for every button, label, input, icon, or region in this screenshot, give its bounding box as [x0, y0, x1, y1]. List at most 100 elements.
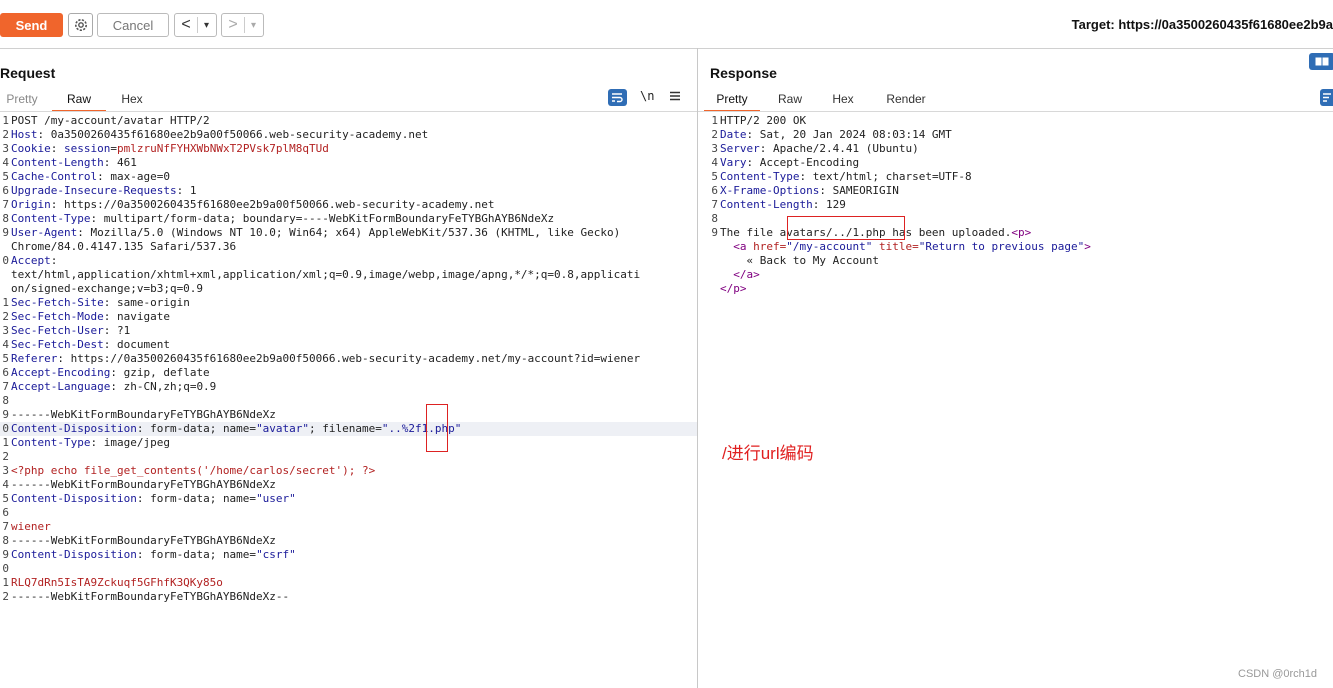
response-highlight-box — [787, 216, 905, 240]
header-name: Content-Disposition — [11, 422, 137, 435]
tab-response-render[interactable]: Render — [878, 88, 934, 110]
request-line: 4 Sec-Fetch-Dest: document — [0, 338, 697, 352]
layout-toggle-button[interactable] — [1309, 53, 1333, 70]
header-value: Sat, 20 Jan 2024 08:03:14 GMT — [753, 128, 952, 141]
header-value: text/html,application/xhtml+xml,applicat… — [11, 268, 641, 281]
line-number: 7 — [2, 198, 9, 211]
header-name: Referer — [11, 352, 58, 365]
line-number: 8 — [711, 212, 718, 225]
request-line: 8 — [0, 394, 697, 408]
header-value: ?1 — [110, 324, 131, 337]
cancel-button[interactable]: Cancel — [97, 13, 169, 37]
line-number: 1 — [711, 114, 718, 127]
show-newlines-toggle[interactable]: \n — [640, 89, 654, 103]
request-line: 9 Content-Disposition: form-data; name="c… — [0, 548, 697, 562]
tab-response-pretty[interactable]: Pretty — [704, 88, 760, 112]
response-line: 2 Date: Sat, 20 Jan 2024 08:03:14 GMT — [708, 128, 1333, 142]
request-line: 3 Cookie: session=pmlzruNfFYHXWbNWxT2PVsk… — [0, 142, 697, 156]
request-line: 6 Accept-Encoding: gzip, deflate — [0, 366, 697, 380]
request-line: 8 ------WebKitFormBoundaryFeTYBGhAYB6NdeX… — [0, 534, 697, 548]
line-number: 5 — [2, 170, 9, 183]
request-line: 1 POST /my-account/avatar HTTP/2 — [0, 114, 697, 128]
header-value: Chrome/84.0.4147.135 Safari/537.36 — [11, 240, 237, 253]
forward-history-dropdown[interactable]: ▾ — [245, 20, 262, 31]
line-number: 2 — [2, 590, 9, 603]
back-history-dropdown[interactable]: ▾ — [198, 20, 215, 31]
tab-request-raw[interactable]: Raw — [52, 88, 106, 112]
request-line: 6 Upgrade-Insecure-Requests: 1 — [0, 184, 697, 198]
header-colon: : — [77, 226, 84, 239]
send-button[interactable]: Send — [0, 13, 63, 37]
line-number: 9 — [2, 548, 9, 561]
header-value: image/jpeg — [97, 436, 170, 449]
line-number: 0 — [2, 254, 9, 267]
request-line: 2 Sec-Fetch-Mode: navigate — [0, 310, 697, 324]
response-line: </a> — [708, 268, 1333, 282]
tab-response-raw[interactable]: Raw — [766, 88, 814, 110]
response-line: 3 Server: Apache/2.4.41 (Ubuntu) — [708, 142, 1333, 156]
request-line: 9 User-Agent: Mozilla/5.0 (Windows NT 10.… — [0, 226, 697, 240]
request-line: 5 Referer: https://0a3500260435f61680ee2b… — [0, 352, 697, 366]
header-value: https://0a3500260435f61680ee2b9a00f50066… — [57, 198, 495, 211]
line-number: 2 — [2, 450, 9, 463]
header-name: Content-Type — [720, 170, 800, 183]
request-line: 2 ------WebKitFormBoundaryFeTYBGhAYB6NdeX… — [0, 590, 697, 604]
header-name: Content-Disposition — [11, 492, 137, 505]
response-wrap-button[interactable] — [1320, 89, 1333, 106]
header-colon: : — [819, 184, 826, 197]
header-value: 129 — [819, 198, 846, 211]
response-editor[interactable]: 1 HTTP/2 200 OK 2 Date: Sat, 20 Jan 2024 08… — [708, 114, 1333, 296]
html-attr: title= — [872, 240, 919, 253]
html-tag: <p> — [1011, 226, 1032, 239]
line-number: 1 — [2, 296, 9, 309]
back-button[interactable]: < — [175, 16, 197, 34]
request-editor[interactable]: 1 POST /my-account/avatar HTTP/2 2 Host: 0a… — [0, 114, 697, 604]
request-line: 3 Sec-Fetch-User: ?1 — [0, 324, 697, 338]
header-value: gzip, deflate — [116, 366, 210, 379]
body-value: RLQ7dRn5IsTA9Zckuqf5GFhfK3QKy85o — [11, 576, 223, 589]
pane-divider[interactable] — [697, 48, 698, 688]
request-line: 4 Content-Length: 461 — [0, 156, 697, 170]
request-line: 1 Content-Type: image/jpeg — [0, 436, 697, 450]
header-value — [57, 142, 64, 155]
request-line: 2 Host: 0a3500260435f61680ee2b9a00f50066.… — [0, 128, 697, 142]
request-line: 4 ------WebKitFormBoundaryFeTYBGhAYB6NdeX… — [0, 478, 697, 492]
tab-request-hex[interactable]: Hex — [110, 88, 154, 110]
request-line: 5 Cache-Control: max-age=0 — [0, 170, 697, 184]
html-attr: href= — [746, 240, 787, 253]
line-number: 9 — [711, 226, 718, 239]
target-label[interactable]: Target: https://0a3500260435f61680ee2b9a — [1072, 17, 1333, 32]
wrap-lines-button[interactable] — [608, 89, 627, 106]
header-value: form-data; name= — [143, 492, 257, 505]
wrap-icon — [1322, 93, 1331, 102]
html-attr-value: "/my-account" — [786, 240, 873, 253]
header-value: ; filename= — [309, 422, 382, 435]
header-value: 461 — [110, 156, 137, 169]
line-number: 1 — [2, 114, 9, 127]
tab-request-pretty[interactable]: Pretty — [0, 88, 44, 110]
html-attr-value: "Return to previous page" — [918, 240, 1085, 253]
header-value: 1 — [183, 184, 197, 197]
header-name: Host — [11, 128, 38, 141]
request-line: 0 — [0, 562, 697, 576]
header-name: User-Agent — [11, 226, 78, 239]
request-line: 1 Sec-Fetch-Site: same-origin — [0, 296, 697, 310]
cookie-value: pmlzruNfFYHXWbNWxT2PVsk7plM8qTUd — [116, 142, 329, 155]
header-name: Sec-Fetch-User — [11, 324, 104, 337]
forward-button[interactable]: > — [222, 16, 244, 34]
tab-response-hex[interactable]: Hex — [820, 88, 866, 110]
line-number: 5 — [2, 352, 9, 365]
line-number: 3 — [2, 324, 9, 337]
line-number: 5 — [711, 170, 718, 183]
response-line: 7 Content-Length: 129 — [708, 198, 1333, 212]
hamburger-icon — [670, 91, 680, 101]
request-menu-button[interactable] — [669, 89, 681, 107]
settings-button[interactable] — [68, 13, 93, 37]
header-value: Mozilla/5.0 (Windows NT 10.0; Win64; x64… — [83, 226, 621, 239]
body-value: wiener — [11, 520, 51, 533]
line-number: 8 — [2, 534, 9, 547]
response-line: <a href="/my-account" title="Return to p… — [708, 240, 1333, 254]
header-value: max-age=0 — [103, 170, 170, 183]
header-value: navigate — [110, 310, 170, 323]
